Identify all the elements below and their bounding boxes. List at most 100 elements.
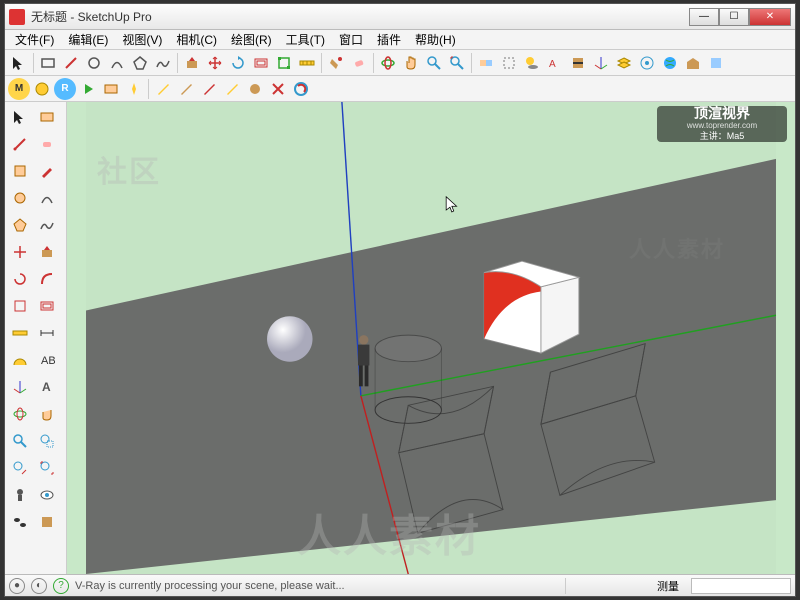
component-icon[interactable]	[475, 52, 497, 74]
look-around-icon[interactable]	[34, 482, 60, 508]
pan-tool-icon[interactable]	[34, 401, 60, 427]
walk-icon[interactable]	[7, 509, 33, 535]
orbit-tool-icon[interactable]	[7, 401, 33, 427]
pushpull-icon[interactable]	[181, 52, 203, 74]
freehand-icon[interactable]	[34, 212, 60, 238]
status-user-icon[interactable]: ◐	[31, 578, 47, 594]
toolbar-row-1: A	[5, 50, 795, 76]
rectangle-icon[interactable]	[37, 52, 59, 74]
tool-icon[interactable]	[175, 78, 197, 100]
tool-icon[interactable]	[198, 78, 220, 100]
maximize-button[interactable]: ☐	[719, 8, 749, 26]
shadows-icon[interactable]	[521, 52, 543, 74]
vray-material-icon[interactable]: M	[8, 78, 30, 100]
menu-draw[interactable]: 绘图(R)	[225, 30, 278, 49]
arc-icon[interactable]	[106, 52, 128, 74]
warehouse-icon[interactable]	[682, 52, 704, 74]
offset-icon[interactable]	[250, 52, 272, 74]
dimension-icon[interactable]	[34, 320, 60, 346]
offset-icon[interactable]	[34, 293, 60, 319]
minimize-button[interactable]: —	[689, 8, 719, 26]
eraser-icon[interactable]	[348, 52, 370, 74]
followme-icon[interactable]	[34, 266, 60, 292]
rotate-icon[interactable]	[7, 266, 33, 292]
menu-window[interactable]: 窗口	[333, 30, 369, 49]
paint-icon[interactable]	[325, 52, 347, 74]
section-tool-icon[interactable]	[34, 509, 60, 535]
line-icon[interactable]	[60, 52, 82, 74]
zoom-window-icon[interactable]	[34, 428, 60, 454]
measure-label: 测量	[565, 578, 685, 594]
circle-icon[interactable]	[7, 185, 33, 211]
status-info-icon[interactable]: ●	[9, 578, 25, 594]
square-icon[interactable]	[7, 158, 33, 184]
polygon-icon[interactable]	[7, 212, 33, 238]
freehand-icon[interactable]	[152, 52, 174, 74]
protractor-icon[interactable]	[7, 347, 33, 373]
menu-tools[interactable]: 工具(T)	[280, 30, 331, 49]
menu-plugins[interactable]: 插件	[371, 30, 407, 49]
scale-icon[interactable]	[7, 293, 33, 319]
3dtext-tool-icon[interactable]: A	[34, 374, 60, 400]
sphere-icon[interactable]	[244, 78, 266, 100]
zoom-extents-icon[interactable]	[446, 52, 468, 74]
select-icon[interactable]	[8, 52, 30, 74]
menu-view[interactable]: 视图(V)	[116, 30, 168, 49]
eraser-icon[interactable]	[34, 131, 60, 157]
axes-tool-icon[interactable]	[7, 374, 33, 400]
text-icon[interactable]: ABC	[34, 347, 60, 373]
measure-input[interactable]	[691, 578, 791, 594]
pan-icon[interactable]	[400, 52, 422, 74]
section-icon[interactable]	[567, 52, 589, 74]
tool-icon[interactable]	[267, 78, 289, 100]
polygon-icon[interactable]	[129, 52, 151, 74]
position-camera-icon[interactable]	[7, 482, 33, 508]
menu-help[interactable]: 帮助(H)	[409, 30, 462, 49]
viewport-3d[interactable]: 顶渲视界 www.toprender.com 主讲：Ma5 社区 人人素材 人人…	[67, 102, 795, 574]
earth-icon[interactable]	[659, 52, 681, 74]
group-icon[interactable]	[498, 52, 520, 74]
orbit-icon[interactable]	[377, 52, 399, 74]
move-icon[interactable]	[7, 239, 33, 265]
brand-url: www.toprender.com	[687, 122, 757, 131]
menu-file[interactable]: 文件(F)	[9, 30, 60, 49]
svg-text:A: A	[42, 380, 51, 394]
zoom-extents-tool-icon[interactable]	[34, 455, 60, 481]
move-icon[interactable]	[204, 52, 226, 74]
pushpull-icon[interactable]	[34, 239, 60, 265]
zoom-tool-icon[interactable]	[7, 428, 33, 454]
vray-rt-icon[interactable]	[77, 78, 99, 100]
vray-render-icon[interactable]: R	[54, 78, 76, 100]
menu-edit[interactable]: 编辑(E)	[62, 30, 114, 49]
axes-icon[interactable]	[590, 52, 612, 74]
status-help-icon[interactable]: ?	[53, 578, 69, 594]
layers-icon[interactable]	[613, 52, 635, 74]
tape-icon[interactable]	[296, 52, 318, 74]
rotate-icon[interactable]	[227, 52, 249, 74]
menu-camera[interactable]: 相机(C)	[170, 30, 223, 49]
select-icon[interactable]	[7, 104, 33, 130]
vray-help-icon[interactable]	[123, 78, 145, 100]
vray-options-icon[interactable]	[31, 78, 53, 100]
previous-icon[interactable]	[7, 455, 33, 481]
toolbar-row-2: M R	[5, 76, 795, 102]
close-button[interactable]: ✕	[749, 8, 791, 26]
scene-canvas[interactable]	[67, 102, 795, 574]
outliner-icon[interactable]	[636, 52, 658, 74]
zoom-icon[interactable]	[423, 52, 445, 74]
line-icon[interactable]	[7, 131, 33, 157]
status-message: V-Ray is currently processing your scene…	[75, 580, 559, 592]
arc-icon[interactable]	[34, 185, 60, 211]
brand-watermark: 顶渲视界 www.toprender.com 主讲：Ma5	[657, 106, 787, 142]
vray-frame-icon[interactable]	[100, 78, 122, 100]
extension-icon[interactable]	[705, 52, 727, 74]
tool-icon[interactable]	[221, 78, 243, 100]
pencil-icon[interactable]	[34, 158, 60, 184]
circle-icon[interactable]	[83, 52, 105, 74]
scale-icon[interactable]	[273, 52, 295, 74]
rectangle-icon[interactable]	[34, 104, 60, 130]
vray-logo-icon[interactable]	[290, 78, 312, 100]
tape-icon[interactable]	[7, 320, 33, 346]
tool-icon[interactable]	[152, 78, 174, 100]
3dtext-icon[interactable]: A	[544, 52, 566, 74]
